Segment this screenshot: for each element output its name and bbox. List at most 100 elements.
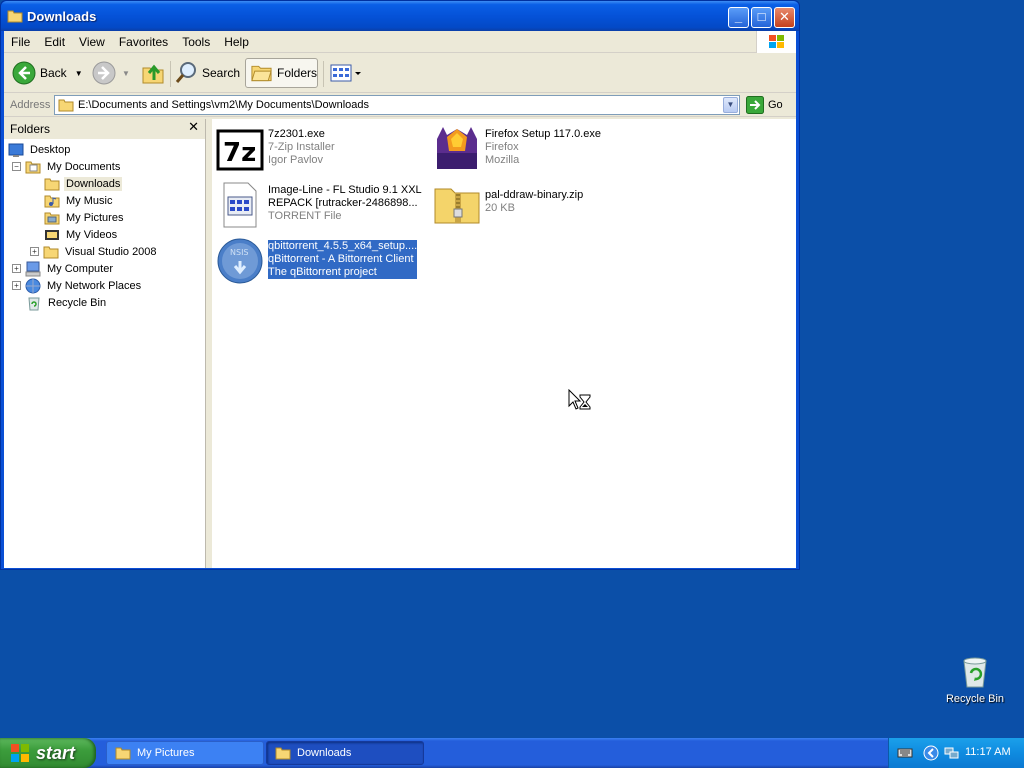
forward-button[interactable]: ▼	[92, 58, 130, 88]
back-label: Back	[40, 66, 67, 80]
taskbar-button-label: My Pictures	[137, 747, 195, 759]
content-area: Folders ✕ Desktop − My Documents Downloa…	[4, 119, 796, 568]
address-label: Address	[10, 99, 51, 111]
address-input[interactable]: E:\Documents and Settings\vm2\My Documen…	[54, 95, 740, 115]
network-places-icon	[25, 278, 41, 293]
up-folder-button[interactable]	[140, 58, 166, 88]
maximize-button[interactable]: □	[751, 7, 772, 28]
toolbar-separator	[323, 61, 324, 87]
pictures-folder-icon	[44, 212, 60, 224]
recycle-bin-label: Recycle Bin	[945, 693, 1005, 705]
file-description: qBittorrent - A Bittorrent Client	[268, 253, 414, 265]
clock[interactable]: 11:17 AM	[965, 746, 1011, 758]
taskbar: start My Pictures Downloads 11:17 AM	[0, 738, 1024, 768]
tree-item-label: My Pictures	[66, 211, 124, 224]
file-name: Firefox Setup 117.0.exe	[485, 128, 601, 140]
back-button[interactable]: Back ▼	[12, 58, 83, 88]
taskbar-button-downloads[interactable]: Downloads	[266, 741, 424, 765]
torrent-file-icon	[223, 182, 257, 228]
tree-item-visual-studio-2008[interactable]: + Visual Studio 2008	[30, 243, 159, 260]
explorer-window: Downloads _ □ ✕ File Edit View Favorites Too…	[0, 0, 800, 570]
views-icon	[330, 64, 361, 82]
window-body: File Edit View Favorites Tools Help Back ▼	[4, 31, 796, 568]
file-name: qbittorrent_4.5.5_x64_setup....	[268, 240, 418, 252]
tree-item-my-documents[interactable]: − My Documents	[12, 158, 122, 175]
expand-icon[interactable]: +	[12, 264, 21, 273]
windows-flag-icon	[11, 744, 29, 762]
tree-item-my-music[interactable]: My Music	[44, 192, 114, 209]
file-item-fl-studio-torrent[interactable]: Image-Line - FL Studio 9.1 XXL REPACK [r…	[216, 179, 431, 228]
tree-item-my-videos[interactable]: My Videos	[44, 226, 119, 243]
folders-pane-close-button[interactable]: ✕	[188, 119, 199, 135]
search-button[interactable]: Search	[174, 58, 240, 88]
close-button[interactable]: ✕	[774, 7, 795, 28]
back-dropdown-icon[interactable]: ▼	[75, 69, 83, 78]
file-text: Firefox Setup 117.0.exe Firefox Mozilla	[485, 128, 601, 167]
folders-button[interactable]: Folders	[245, 58, 318, 88]
taskbar-button-my-pictures[interactable]: My Pictures	[106, 741, 264, 765]
tree-item-my-network-places[interactable]: + My Network Places	[12, 277, 143, 294]
file-name: Image-Line - FL Studio 9.1 XXL	[268, 184, 422, 196]
tree-item-desktop[interactable]: Desktop	[8, 141, 72, 158]
file-company: Mozilla	[485, 154, 520, 166]
go-arrow-icon	[746, 96, 764, 114]
zip-folder-icon	[434, 188, 480, 224]
tree-item-label: My Music	[66, 194, 113, 207]
folders-pane-title: Folders	[10, 122, 51, 136]
toolbar-separator	[170, 61, 171, 87]
go-label: Go	[768, 99, 783, 111]
file-text: Image-Line - FL Studio 9.1 XXL REPACK [r…	[268, 184, 422, 223]
start-button[interactable]: start	[0, 738, 96, 768]
minimize-button[interactable]: _	[728, 7, 749, 28]
tree-item-downloads[interactable]: Downloads	[44, 175, 123, 192]
views-button[interactable]	[328, 58, 362, 88]
collapse-icon[interactable]: −	[12, 162, 21, 171]
menu-tools[interactable]: Tools	[175, 31, 217, 49]
busy-cursor	[568, 388, 592, 416]
menu-file[interactable]: File	[4, 31, 37, 49]
file-type: TORRENT File	[268, 210, 342, 222]
title-bar[interactable]: Downloads _ □ ✕	[1, 1, 799, 31]
file-item-firefox-setup[interactable]: Firefox Setup 117.0.exe Firefox Mozilla	[433, 123, 648, 171]
file-size: 20 KB	[485, 202, 515, 214]
file-item-qbittorrent-setup[interactable]: NSIS qbittorrent_4.5.5_x64_setup.... qBi…	[216, 235, 431, 284]
menu-view[interactable]: View	[72, 31, 112, 49]
tree-item-label: Visual Studio 2008	[65, 245, 157, 258]
folders-pane-header: Folders ✕	[4, 119, 205, 139]
taskbar-button-label: Downloads	[297, 747, 352, 759]
file-company: The qBittorrent project	[268, 266, 377, 278]
menu-favorites[interactable]: Favorites	[112, 31, 175, 49]
file-description: Firefox	[485, 141, 519, 153]
menu-edit[interactable]: Edit	[37, 31, 72, 49]
tree-item-my-pictures[interactable]: My Pictures	[44, 209, 125, 226]
file-item-7z2301[interactable]: 7z 7z2301.exe 7-Zip Installer Igor Pavlo…	[216, 123, 431, 171]
tree-item-my-computer[interactable]: + My Computer	[12, 260, 115, 277]
network-icon[interactable]	[943, 745, 959, 761]
system-tray: 11:17 AM	[888, 738, 1024, 768]
desktop-recycle-bin[interactable]: Recycle Bin	[940, 655, 1010, 705]
folders-label: Folders	[276, 66, 317, 80]
tree-item-label: Downloads	[64, 176, 123, 191]
folder-icon	[115, 747, 131, 760]
address-dropdown-icon[interactable]: ▼	[723, 97, 738, 113]
music-folder-icon	[44, 195, 60, 207]
file-company: Igor Pavlov	[268, 154, 324, 166]
menu-help[interactable]: Help	[217, 31, 256, 49]
chevron-left-icon[interactable]	[923, 745, 939, 761]
expand-icon[interactable]: +	[12, 281, 21, 290]
file-name: 7z2301.exe	[268, 128, 325, 140]
svg-text:NSIS: NSIS	[230, 248, 249, 257]
svg-text:7z: 7z	[223, 138, 256, 168]
go-button[interactable]: Go	[746, 96, 783, 114]
tree-item-label: My Computer	[47, 262, 114, 275]
file-item-pal-ddraw-zip[interactable]: pal-ddraw-binary.zip 20 KB	[433, 179, 648, 227]
keyboard-icon[interactable]	[897, 745, 913, 761]
search-icon	[175, 62, 196, 83]
expand-icon[interactable]: +	[30, 247, 39, 256]
up-folder-icon	[142, 64, 164, 84]
file-name: pal-ddraw-binary.zip	[485, 189, 584, 201]
tree-item-recycle-bin[interactable]: Recycle Bin	[26, 294, 108, 311]
folder-icon	[43, 246, 59, 258]
tree-item-label: My Videos	[66, 228, 118, 241]
forward-dropdown-icon[interactable]: ▼	[122, 69, 130, 78]
